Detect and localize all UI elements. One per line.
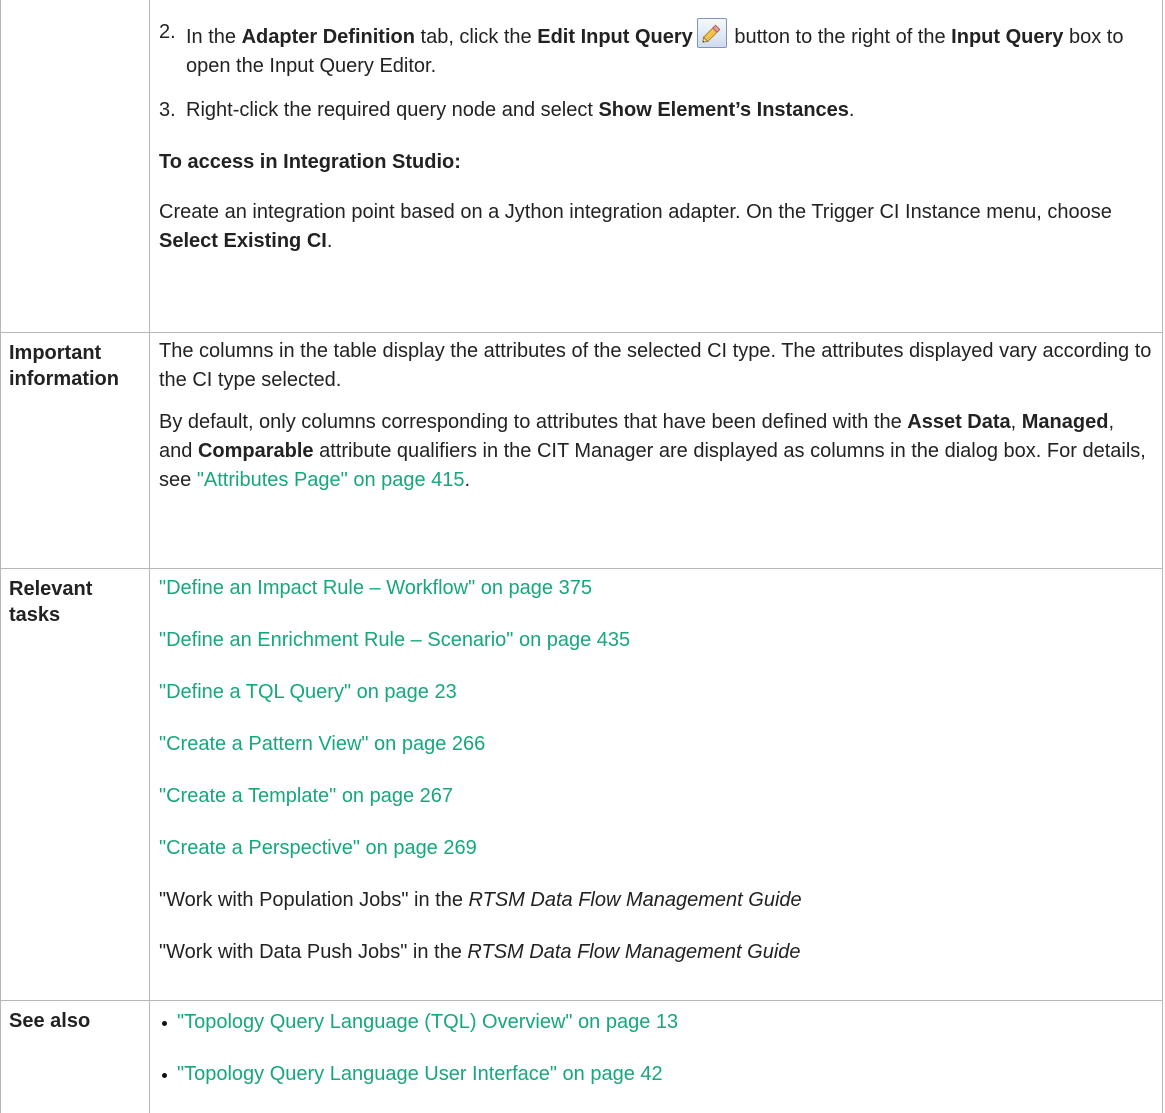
access-label-cell [0,0,150,333]
relevant-tasks-row: Relevant tasks "Define an Impact Rule – … [0,567,1163,1001]
step-item: 2. In the Adapter Definition tab, click … [159,18,1152,81]
see-also-item: "Topology Query Language User Interface"… [159,1060,1152,1089]
see-also-label: See also [9,1009,91,1032]
important-label-cell: Important information [0,331,150,569]
important-label: Important information [9,341,119,390]
relevant-content-cell: "Define an Impact Rule – Workflow" on pa… [149,567,1163,1001]
step-item: 3. Right-click the required query node a… [159,96,1152,125]
important-content-cell: The columns in the table display the att… [149,331,1163,569]
step-number: 2. [159,21,176,43]
integration-text: Create an integration point based on a J… [159,201,1112,252]
task-link[interactable]: "Create a Pattern View" on page 266 [159,730,1152,759]
see-also-list: "Topology Query Language (TQL) Overview"… [159,1008,1152,1089]
see-also-label-cell: See also [0,999,150,1113]
see-also-content-cell: "Topology Query Language (TQL) Overview"… [149,999,1163,1113]
see-also-item: "Topology Query Language (TQL) Overview"… [159,1008,1152,1037]
access-content-cell: 2. In the Adapter Definition tab, click … [149,0,1163,333]
step-number: 3. [159,99,176,121]
important-para-2: By default, only columns corresponding t… [159,410,1146,491]
relevant-label: Relevant tasks [9,577,93,626]
steps-list: 2. In the Adapter Definition tab, click … [159,18,1152,125]
task-link[interactable]: "Create a Perspective" on page 269 [159,834,1152,863]
important-row: Important information The columns in the… [0,331,1163,569]
integration-heading: To access in Integration Studio: [159,151,461,173]
edit-pencil-icon [696,18,727,48]
info-table: 2. In the Adapter Definition tab, click … [0,0,1163,1113]
access-row: 2. In the Adapter Definition tab, click … [0,0,1163,333]
attributes-page-link[interactable]: "Attributes Page" on page 415 [197,469,465,491]
see-also-link[interactable]: "Topology Query Language (TQL) Overview"… [177,1011,678,1033]
bullet-icon [162,1020,167,1026]
task-reference: "Work with Data Push Jobs" in the RTSM D… [159,940,801,963]
task-link[interactable]: "Create a Template" on page 267 [159,782,1152,811]
important-para-1: The columns in the table display the att… [159,339,1152,391]
task-link[interactable]: "Define an Enrichment Rule – Scenario" o… [159,626,1152,655]
box-name: Input Query [951,26,1064,48]
task-link[interactable]: "Define a TQL Query" on page 23 [159,678,1152,707]
bullet-icon [162,1072,167,1078]
button-name: Edit Input Query [537,26,693,48]
see-also-row: See also "Topology Query Language (TQL) … [0,999,1163,1113]
task-link[interactable]: "Define an Impact Rule – Workflow" on pa… [159,574,1152,603]
tab-name: Adapter Definition [241,26,415,48]
task-reference: "Work with Population Jobs" in the RTSM … [159,888,802,911]
menu-option: Show Element’s Instances [598,99,849,121]
see-also-link[interactable]: "Topology Query Language User Interface"… [177,1063,663,1085]
relevant-label-cell: Relevant tasks [0,567,150,1001]
